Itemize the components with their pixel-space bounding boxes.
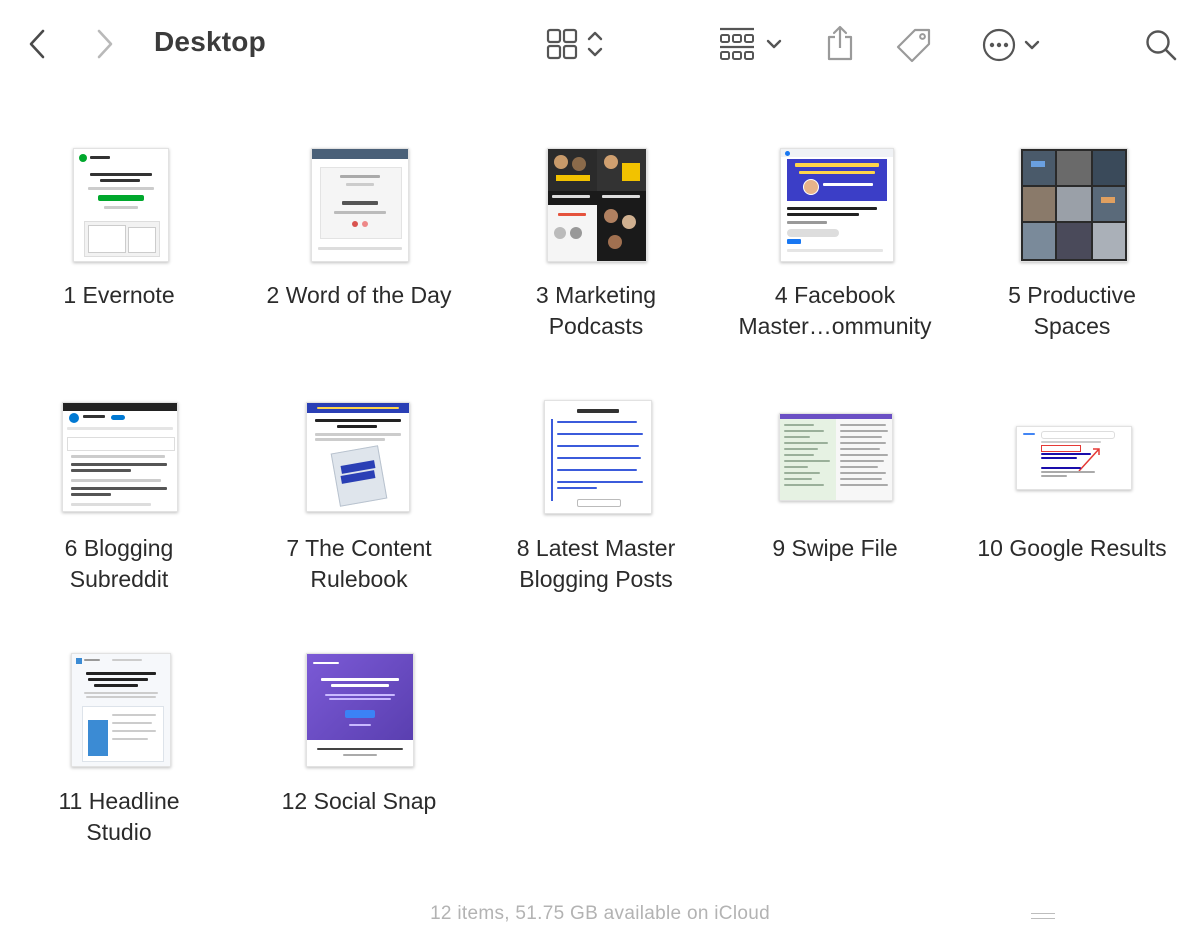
forward-button[interactable] [90, 26, 120, 62]
resize-handle[interactable] [1031, 913, 1055, 919]
file-name: Podcasts [548, 313, 644, 339]
file-name: 10 Google Results [977, 535, 1167, 561]
file-thumbnail [780, 148, 894, 262]
view-mode-button[interactable] [538, 24, 612, 64]
file-thumbnail [311, 148, 409, 262]
status-bar-text: 12 items, 51.75 GB available on iCloud [430, 903, 770, 924]
file-name: 1 Evernote [63, 282, 175, 308]
chevron-down-icon [766, 39, 782, 49]
icon-grid-view-icon [546, 28, 578, 60]
file-name: Studio [86, 819, 152, 845]
tag-button[interactable] [892, 24, 936, 66]
group-by-button[interactable] [712, 24, 788, 64]
group-by-icon [720, 27, 754, 60]
file-thumbnail [779, 413, 893, 501]
ellipsis-circle-icon [982, 28, 1016, 62]
file-thumbnail [73, 148, 169, 262]
more-actions-button[interactable] [974, 24, 1048, 66]
file-name: Blogging Posts [519, 566, 673, 592]
file-thumbnail [547, 148, 647, 262]
file-name: 8 Latest Master [516, 535, 676, 561]
file-name: Subreddit [69, 566, 169, 592]
file-name: 7 The Content [286, 535, 432, 561]
search-button[interactable] [1140, 24, 1182, 66]
file-name: 5 Productive [1008, 282, 1136, 308]
file-name: 11 Headline [58, 788, 180, 814]
back-button[interactable] [22, 26, 52, 62]
file-name: 9 Swipe File [772, 535, 898, 561]
share-button[interactable] [820, 22, 860, 64]
file-name: 6 Blogging [64, 535, 174, 561]
chevron-right-icon [97, 29, 113, 59]
file-thumbnail [306, 653, 414, 767]
file-thumbnail [544, 400, 652, 514]
file-thumbnail [1020, 148, 1128, 262]
chevron-left-icon [29, 29, 45, 59]
file-name: 3 Marketing [535, 282, 657, 308]
search-icon [1146, 30, 1177, 61]
chevron-down-icon [1024, 40, 1040, 50]
window-title: Desktop [154, 26, 266, 57]
file-name: 4 Facebook [774, 282, 896, 308]
file-thumbnail [62, 402, 178, 512]
toolbar: Desktop [0, 0, 1200, 90]
share-icon [827, 25, 853, 61]
file-thumbnail [71, 653, 171, 767]
file-name: 12 Social Snap [281, 788, 437, 814]
file-name: Master…ommunity [738, 313, 932, 339]
file-name: Rulebook [310, 566, 408, 592]
file-name: Spaces [1033, 313, 1111, 339]
chevron-updown-icon [587, 31, 603, 57]
file-name: 2 Word of the Day [266, 282, 452, 308]
tag-icon [896, 28, 931, 63]
file-thumbnail [306, 402, 410, 512]
file-thumbnail [1016, 426, 1132, 490]
